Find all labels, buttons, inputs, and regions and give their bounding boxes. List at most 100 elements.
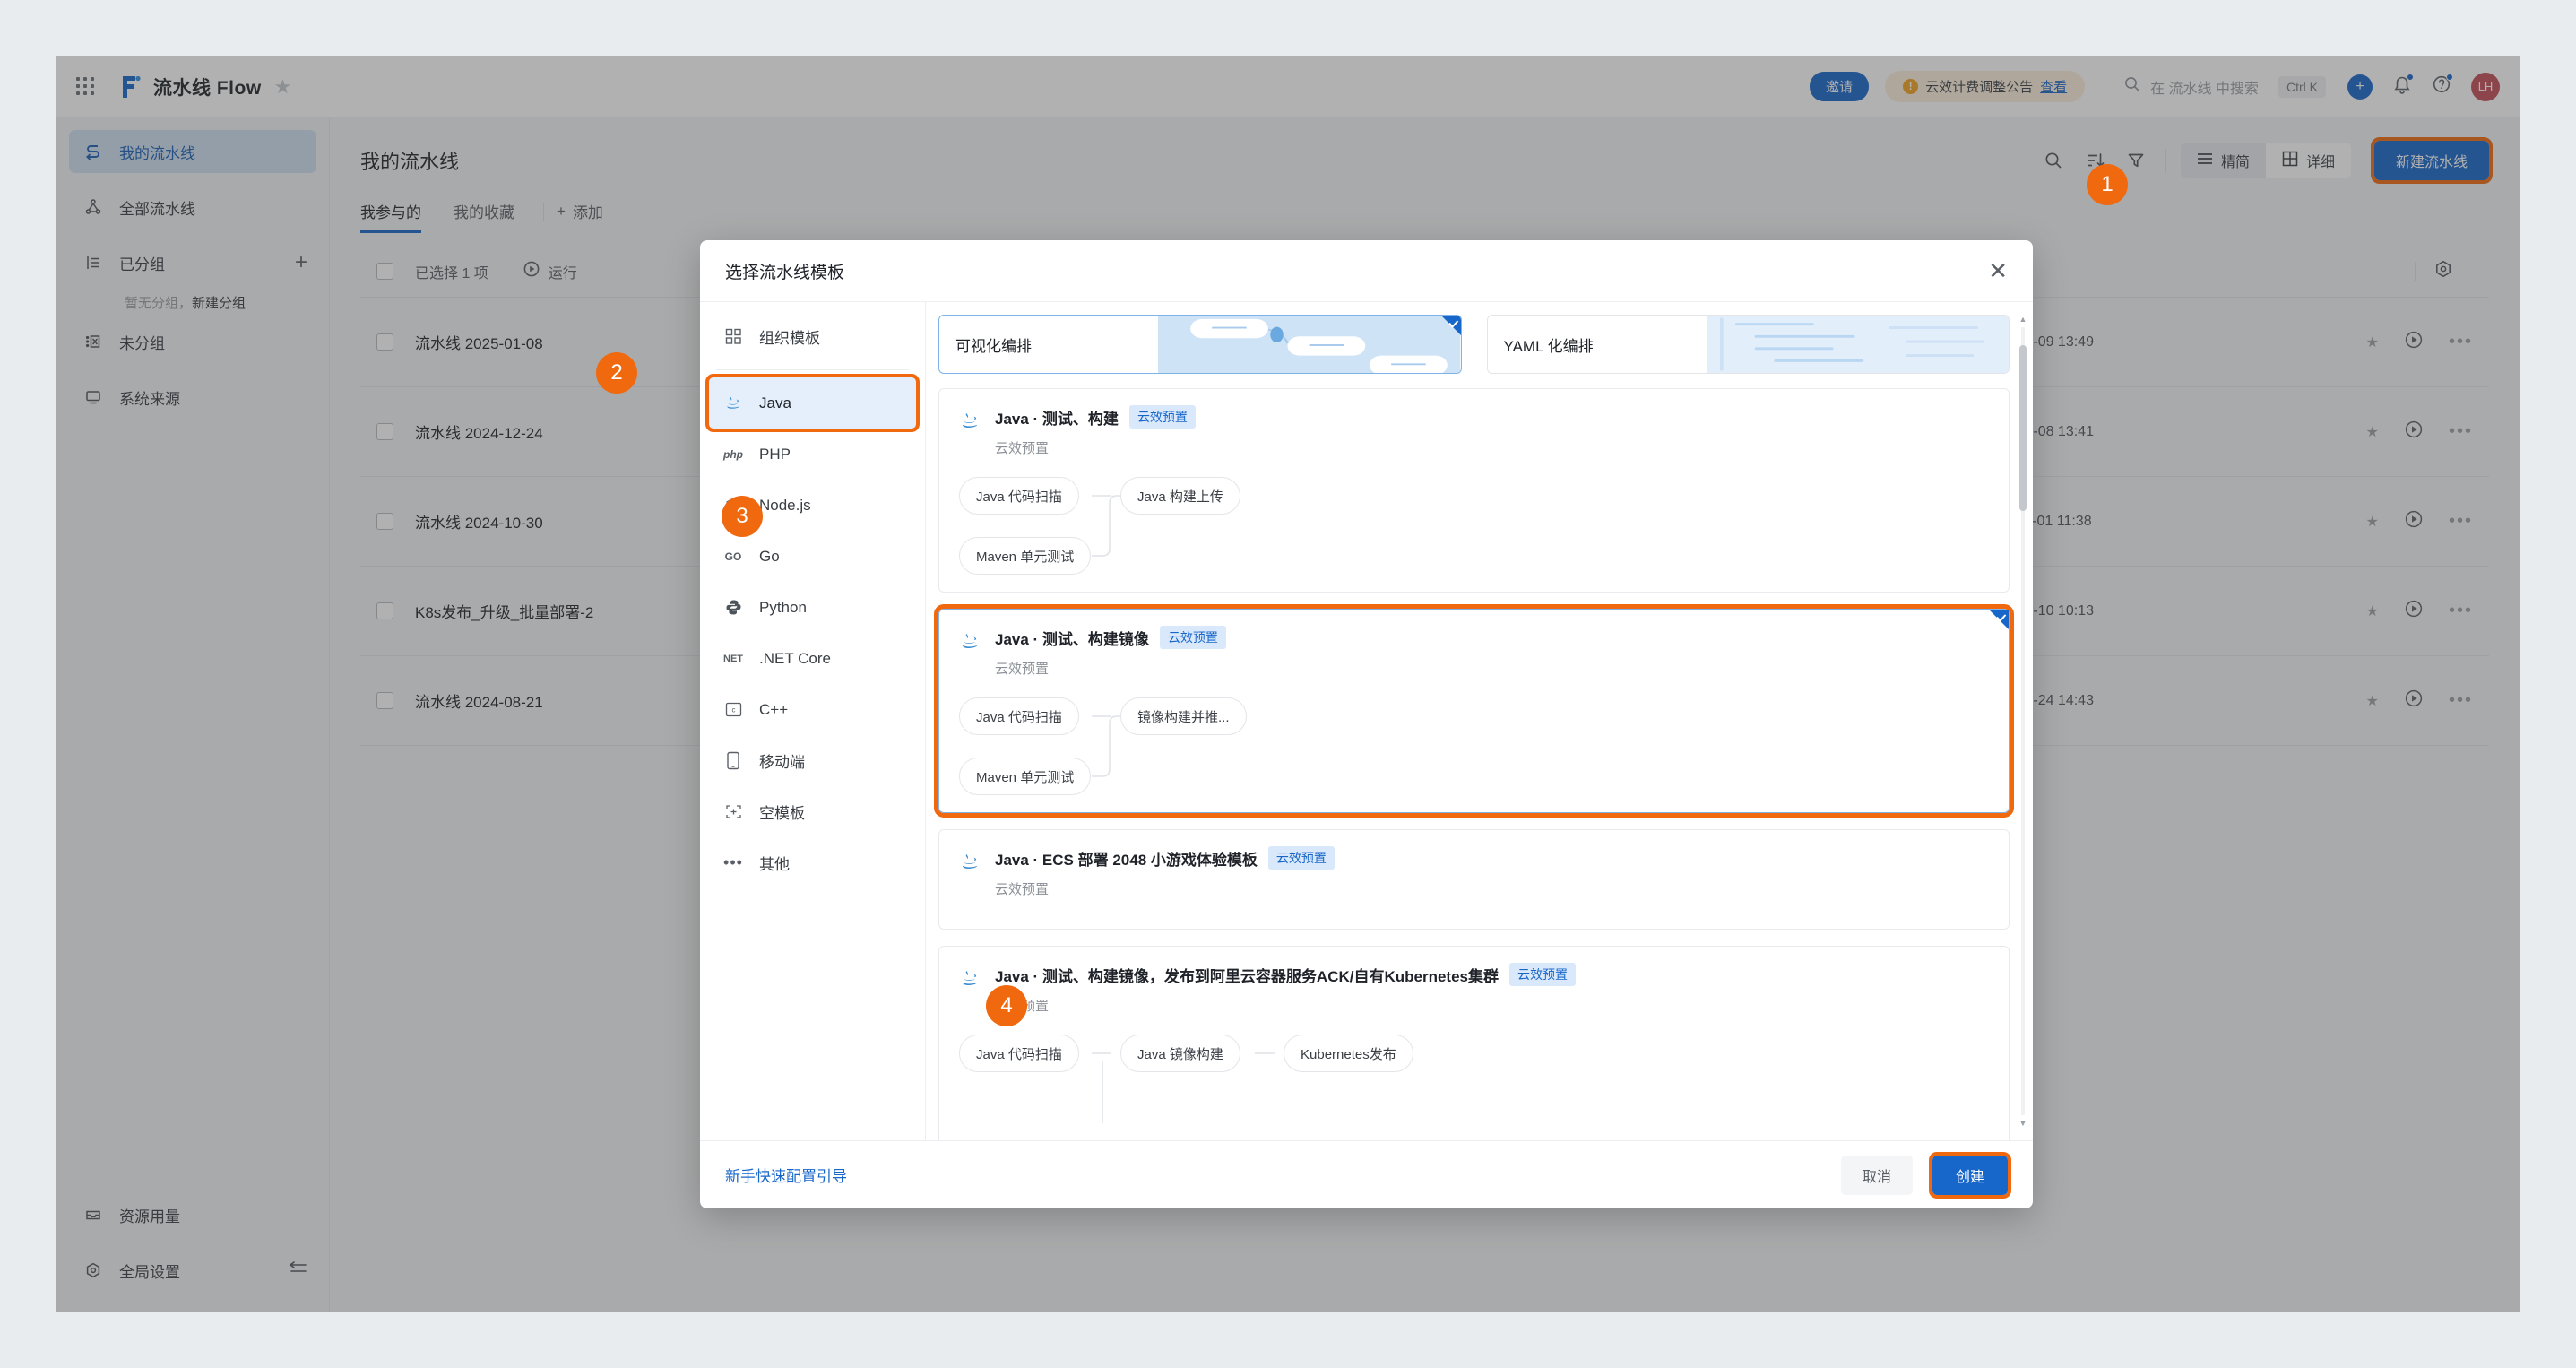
scrollbar-thumb[interactable] bbox=[2019, 345, 2027, 511]
mode-visual[interactable]: 可视化编排 bbox=[938, 315, 1462, 374]
template-card[interactable]: Java · ECS 部署 2048 小游戏体验模板 云效预置 云效预置 bbox=[938, 829, 2010, 930]
step-badge-3: 3 bbox=[722, 496, 763, 537]
template-flow-diagram: Java 代码扫描 Maven 单元测试 Java 构建上传 bbox=[959, 477, 1989, 574]
selected-check-icon bbox=[1982, 610, 2009, 636]
category-panel: 组织模板 Java php PHP bbox=[700, 302, 926, 1140]
template-head: Java · ECS 部署 2048 小游戏体验模板 云效预置 云效预置 bbox=[959, 846, 1989, 898]
category-blank-template[interactable]: 空模板 bbox=[709, 786, 916, 837]
category-other[interactable]: ••• 其他 bbox=[709, 837, 916, 888]
category-php[interactable]: php PHP bbox=[709, 429, 916, 480]
template-title: Java · 测试、构建镜像，发布到阿里云容器服务ACK/自有Kubernete… bbox=[995, 964, 1499, 986]
category-dotnet-core[interactable]: NET .NET Core bbox=[709, 633, 916, 684]
template-card[interactable]: Java · 测试、构建镜像，发布到阿里云容器服务ACK/自有Kubernete… bbox=[938, 946, 2010, 1140]
category-label: 组织模板 bbox=[759, 325, 820, 348]
template-title-line: Java · 测试、构建镜像 云效预置 bbox=[995, 626, 1226, 649]
scroll-down-arrow[interactable]: ▼ bbox=[2018, 1119, 2027, 1128]
cpp-icon: c bbox=[723, 700, 743, 720]
close-icon[interactable]: ✕ bbox=[1988, 259, 2008, 282]
template-card-selected[interactable]: Java · 测试、构建镜像 云效预置 云效预置 bbox=[938, 609, 2010, 813]
template-info: Java · 测试、构建镜像，发布到阿里云容器服务ACK/自有Kubernete… bbox=[995, 963, 1576, 1015]
category-go[interactable]: GO Go bbox=[709, 531, 916, 582]
template-scrollbar[interactable]: ▲ ▼ bbox=[2018, 315, 2027, 1128]
template-title-line: Java · 测试、构建镜像，发布到阿里云容器服务ACK/自有Kubernete… bbox=[995, 963, 1576, 986]
scroll-up-arrow[interactable]: ▲ bbox=[2018, 315, 2027, 324]
flow-node[interactable]: 镜像构建并推... bbox=[1120, 697, 1247, 735]
step-badge-1: 1 bbox=[2087, 164, 2128, 205]
flow-node[interactable]: Java 镜像构建 bbox=[1120, 1035, 1240, 1072]
mobile-icon bbox=[723, 751, 743, 771]
category-label: Go bbox=[759, 548, 780, 566]
category-label: .NET Core bbox=[759, 650, 831, 668]
mode-yaml[interactable]: YAML 化编排 bbox=[1487, 315, 2010, 374]
template-list-panel: 可视化编排 bbox=[926, 302, 2033, 1140]
template-subtitle: 云效预置 bbox=[995, 438, 1196, 457]
visual-mode-illustration bbox=[1158, 316, 1460, 373]
flow-node[interactable]: Java 代码扫描 bbox=[959, 477, 1079, 515]
category-label: 空模板 bbox=[759, 801, 805, 823]
dialog-footer-actions: 取消 创建 bbox=[1841, 1156, 2008, 1195]
svg-text:c: c bbox=[731, 706, 735, 714]
template-head: Java · 测试、构建镜像 云效预置 云效预置 bbox=[959, 626, 1989, 678]
template-card[interactable]: Java · 测试、构建 云效预置 云效预置 bbox=[938, 388, 2010, 593]
category-java[interactable]: Java bbox=[709, 377, 916, 429]
category-python[interactable]: Python bbox=[709, 582, 916, 633]
flow-node[interactable]: Java 代码扫描 bbox=[959, 697, 1079, 735]
flow-node[interactable]: Java 构建上传 bbox=[1120, 477, 1240, 515]
category-label: 移动端 bbox=[759, 749, 805, 772]
php-icon: php bbox=[723, 445, 743, 464]
java-icon bbox=[959, 966, 981, 991]
dialog-body: 组织模板 Java php PHP bbox=[700, 301, 2033, 1140]
more-icon: ••• bbox=[723, 853, 743, 873]
dotnet-icon: NET bbox=[723, 649, 743, 669]
java-icon bbox=[959, 409, 981, 434]
template-head: Java · 测试、构建 云效预置 云效预置 bbox=[959, 405, 1989, 457]
java-icon bbox=[723, 394, 743, 413]
template-tag: 云效预置 bbox=[1129, 405, 1196, 429]
template-info: Java · ECS 部署 2048 小游戏体验模板 云效预置 云效预置 bbox=[995, 846, 1335, 898]
template-head: Java · 测试、构建镜像，发布到阿里云容器服务ACK/自有Kubernete… bbox=[959, 963, 1989, 1015]
template-flow-diagram: Java 代码扫描 Java 镜像构建 Kubernetes发布 bbox=[959, 1035, 1989, 1131]
flow-node[interactable]: Java 代码扫描 bbox=[959, 1035, 1079, 1072]
template-subtitle: 云效预置 bbox=[995, 996, 1576, 1015]
cancel-button[interactable]: 取消 bbox=[1841, 1156, 1913, 1195]
java-icon bbox=[959, 850, 981, 875]
dialog-title: 选择流水线模板 bbox=[725, 259, 844, 283]
orchestration-mode-row: 可视化编排 bbox=[938, 315, 2010, 374]
category-label: Python bbox=[759, 599, 807, 617]
category-label: Java bbox=[759, 394, 791, 412]
template-title: Java · 测试、构建 bbox=[995, 406, 1119, 429]
divider bbox=[716, 369, 909, 370]
template-title: Java · 测试、构建镜像 bbox=[995, 627, 1149, 649]
go-icon: GO bbox=[723, 547, 743, 567]
flow-node[interactable]: Maven 单元测试 bbox=[959, 758, 1091, 795]
selected-check-icon bbox=[1434, 316, 1461, 342]
yaml-mode-illustration bbox=[1707, 316, 2009, 373]
dialog-footer: 新手快速配置引导 取消 创建 bbox=[700, 1140, 2033, 1208]
template-tag: 云效预置 bbox=[1160, 626, 1226, 649]
beginner-guide-link[interactable]: 新手快速配置引导 bbox=[725, 1164, 847, 1186]
template-title: Java · ECS 部署 2048 小游戏体验模板 bbox=[995, 847, 1258, 870]
template-scroll-area: 可视化编排 bbox=[926, 302, 2033, 1140]
category-label: C++ bbox=[759, 701, 788, 719]
template-picker-dialog: 选择流水线模板 ✕ 组织模板 bbox=[700, 240, 2033, 1208]
blank-template-icon bbox=[723, 802, 743, 822]
template-flow-diagram: Java 代码扫描 Maven 单元测试 镜像构建并推... bbox=[959, 697, 1989, 794]
template-title-line: Java · 测试、构建 云效预置 bbox=[995, 405, 1196, 429]
category-cpp[interactable]: c C++ bbox=[709, 684, 916, 735]
flow-node[interactable]: Maven 单元测试 bbox=[959, 537, 1091, 575]
category-org-template[interactable]: 组织模板 bbox=[709, 311, 916, 362]
category-label: 其他 bbox=[759, 852, 790, 874]
template-title-line: Java · ECS 部署 2048 小游戏体验模板 云效预置 bbox=[995, 846, 1335, 870]
category-label: Node.js bbox=[759, 497, 811, 515]
dialog-header: 选择流水线模板 ✕ bbox=[700, 240, 2033, 301]
create-button[interactable]: 创建 bbox=[1932, 1156, 2008, 1195]
app-window: 流水线 Flow ★ 邀请 ! 云效计费调整公告 查看 在 流水线 中搜索 Ct… bbox=[56, 56, 2520, 1312]
java-icon bbox=[959, 629, 981, 654]
template-subtitle: 云效预置 bbox=[995, 879, 1335, 898]
mode-label: YAML 化编排 bbox=[1488, 333, 1594, 356]
category-label: PHP bbox=[759, 446, 791, 463]
template-tag: 云效预置 bbox=[1268, 846, 1335, 870]
flow-node[interactable]: Kubernetes发布 bbox=[1284, 1035, 1413, 1072]
category-mobile[interactable]: 移动端 bbox=[709, 735, 916, 786]
step-badge-4: 4 bbox=[986, 985, 1027, 1026]
